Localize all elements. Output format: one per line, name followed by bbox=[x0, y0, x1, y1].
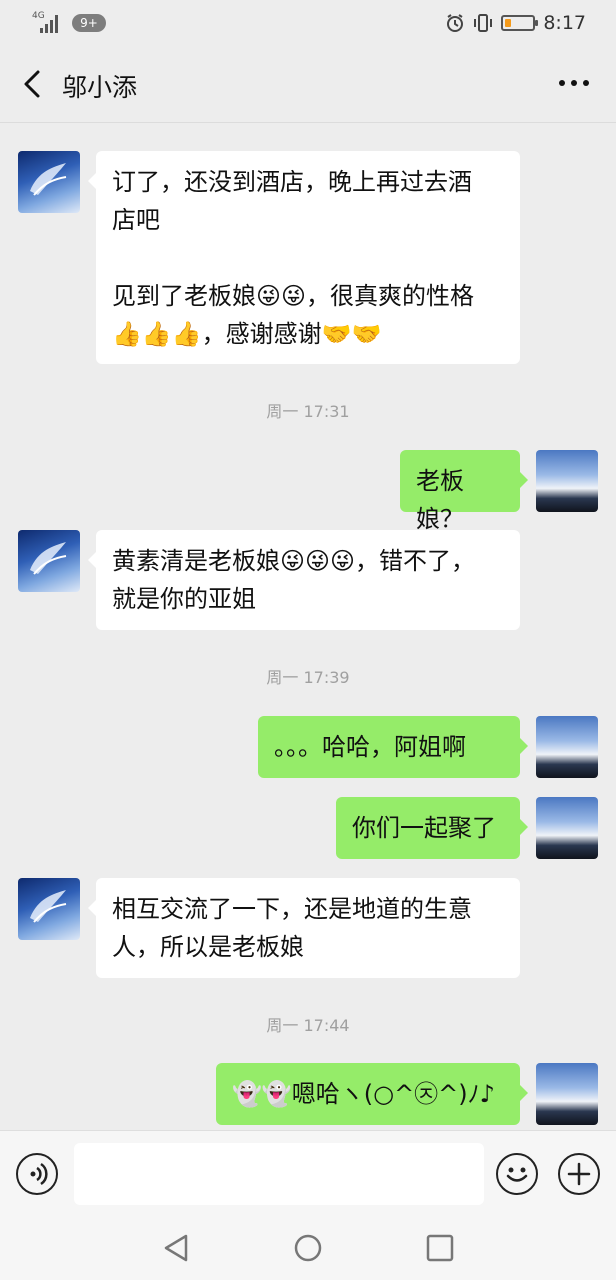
chat-header: 邬小添 bbox=[0, 46, 616, 123]
message-timestamp: 周一 17:39 bbox=[266, 668, 350, 687]
message-input[interactable] bbox=[74, 1143, 484, 1205]
message-timestamp: 周一 17:44 bbox=[266, 1016, 350, 1035]
voice-icon bbox=[30, 1162, 48, 1186]
nav-recents-icon[interactable] bbox=[424, 1232, 456, 1264]
message-bubble-received[interactable]: 相互交流了一下，还是地道的生意 人，所以是老板娘 bbox=[88, 878, 520, 978]
message-list[interactable]: 订了，还没到酒店，晚上再过去酒 店吧 见到了老板娘😜😜，很真爽的性格 👍👍👍，感… bbox=[0, 122, 616, 1130]
message-bubble-received[interactable]: 订了，还没到酒店，晚上再过去酒 店吧 见到了老板娘😜😜，很真爽的性格 👍👍👍，感… bbox=[88, 151, 520, 364]
chat-input-bar bbox=[0, 1130, 616, 1221]
chat-title: 邬小添 bbox=[62, 73, 138, 102]
notification-badge: 9+ bbox=[72, 14, 106, 32]
avatar-image-icon bbox=[30, 890, 67, 923]
emoji-button[interactable] bbox=[496, 1153, 538, 1195]
avatar-image-icon bbox=[30, 542, 67, 575]
voice-input-button[interactable] bbox=[16, 1153, 58, 1195]
contact-avatar[interactable] bbox=[18, 878, 80, 940]
message-timestamp: 周一 17:31 bbox=[266, 402, 350, 421]
contact-avatar[interactable] bbox=[18, 530, 80, 592]
my-avatar[interactable] bbox=[536, 716, 598, 778]
message-bubble-sent[interactable]: 老板娘？ bbox=[400, 450, 528, 533]
message-bubble-sent[interactable]: 。。。哈哈，阿姐啊 bbox=[258, 716, 528, 778]
plus-icon bbox=[567, 1162, 591, 1186]
my-avatar[interactable] bbox=[536, 450, 598, 512]
emoji-icon bbox=[506, 1167, 528, 1182]
message-bubble-sent[interactable]: 你们一起聚了 bbox=[336, 797, 528, 859]
more-functions-button[interactable] bbox=[558, 1153, 600, 1195]
my-avatar[interactable] bbox=[536, 797, 598, 859]
nav-back-icon[interactable] bbox=[160, 1232, 192, 1264]
message-bubble-sent[interactable]: 👻👻嗯哈ヽ(○^㉨^)ﾉ♪ bbox=[216, 1063, 528, 1125]
back-arrow-icon[interactable] bbox=[18, 68, 48, 100]
message-bubble-received[interactable]: 黄素清是老板娘😜😜😜，错不了， 就是你的亚姐 bbox=[88, 530, 520, 630]
status-bar: 4G 9+ 8:17 bbox=[0, 0, 616, 46]
contact-avatar[interactable] bbox=[18, 151, 80, 213]
battery-icon bbox=[501, 15, 539, 31]
clock: 8:17 bbox=[543, 12, 586, 34]
network-type: 4G bbox=[32, 11, 45, 21]
alarm-icon bbox=[447, 14, 464, 32]
more-options-icon[interactable] bbox=[556, 70, 592, 96]
nav-home-icon[interactable] bbox=[292, 1232, 324, 1264]
my-avatar[interactable] bbox=[536, 1063, 598, 1125]
system-navigation-bar bbox=[0, 1220, 616, 1280]
vibrate-icon bbox=[474, 14, 493, 32]
avatar-image-icon bbox=[30, 163, 67, 196]
